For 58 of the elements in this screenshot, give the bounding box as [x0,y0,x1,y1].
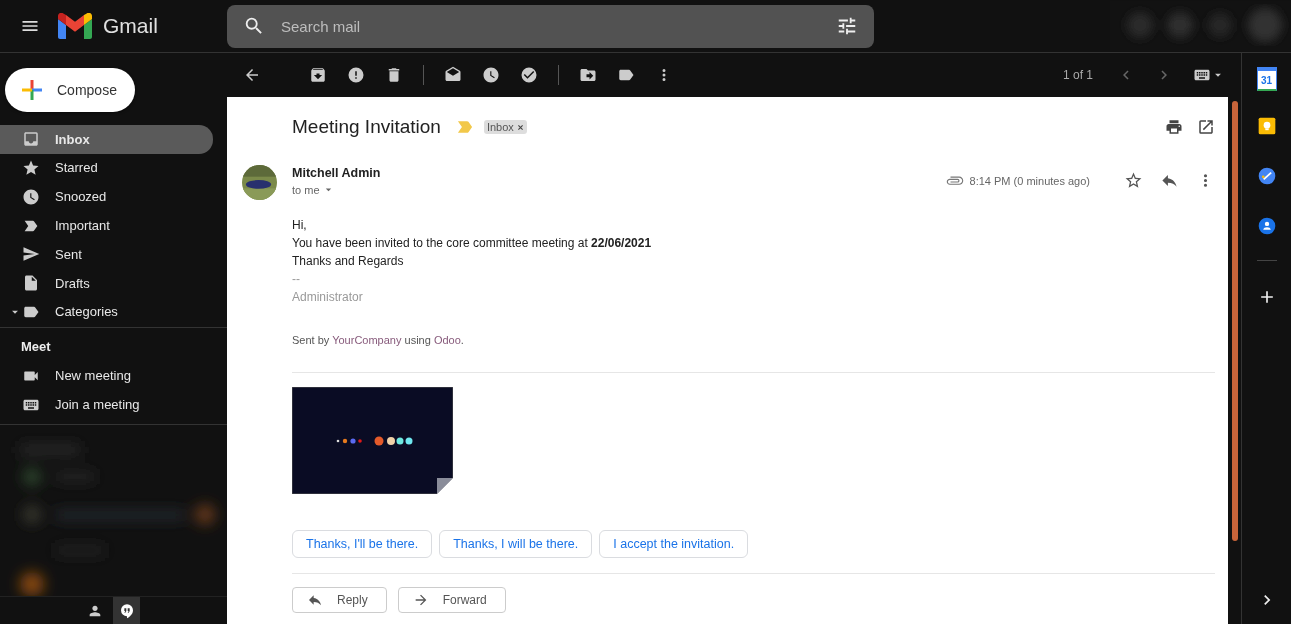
search-input[interactable]: Search mail [279,16,822,36]
clock-icon[interactable] [482,66,500,84]
scrollbar-thumb[interactable] [1231,101,1238,541]
email-subject: Meeting Invitation [292,116,441,138]
compose-button[interactable]: Compose [5,68,135,112]
body-text: Thanks and Regards [292,253,405,270]
section-title: Meet [20,338,52,357]
plus-icon [20,77,44,102]
body-text: You have been invited to the core committee meeting at 22/06/2021 [292,235,653,252]
avatar [242,165,277,200]
open-in-new-window-icon[interactable] [1197,118,1215,136]
gmail-logo[interactable] [58,13,92,39]
star-icon[interactable] [1124,171,1143,190]
tasks-icon[interactable] [1256,166,1277,186]
sidebar-item[interactable]: Categories [0,297,213,327]
sidebar-item[interactable]: Snoozed [0,182,213,212]
envelope-icon[interactable] [444,66,462,84]
report-spam-icon[interactable] [347,66,365,84]
lightbulb-icon[interactable] [1256,116,1277,136]
signature-text: Administrator [292,289,364,306]
inbox-icon [22,130,40,149]
sender-name: Mitchell Admin [292,166,381,180]
timestamp: 8:14 PM (0 minutes ago) [969,174,1090,187]
filter-options-icon[interactable] [836,15,858,37]
print-icon[interactable] [1165,118,1183,136]
reply-icon [307,592,323,608]
reply-button[interactable]: Reply [292,587,387,613]
sidebar-item[interactable]: Starred [0,153,213,183]
search-icon[interactable] [243,15,265,37]
move-to-folder-icon[interactable] [579,66,597,84]
clock-icon [22,187,40,206]
quote-bubble-icon [118,602,135,619]
label-chip: Inbox [483,120,527,134]
footer-text: Sent by YourCompany using Odoo. [292,334,465,346]
sidebar-item[interactable]: Sent [0,239,213,269]
sidebar-item[interactable]: Drafts [0,268,213,298]
archive-icon[interactable] [309,66,327,84]
body-text: Hi, [292,217,308,234]
signature-text: -- [292,271,301,288]
smart-reply-button[interactable]: I accept the invitation. [599,530,749,558]
pagination-text: 1 of 1 [1062,68,1093,82]
chat-tab[interactable] [113,597,140,624]
search-field[interactable]: Search mail [227,4,874,48]
forward-button[interactable]: Forward [397,587,506,613]
sidebar-item[interactable]: Join a meeting [0,390,213,419]
smart-reply-button[interactable]: Thanks, I'll be there. [292,530,433,558]
sidebar-item[interactable]: New meeting [0,361,213,391]
recipient-toggle[interactable]: to me [292,183,381,196]
close-icon[interactable] [516,123,524,131]
document-icon [22,274,40,293]
sidebar-item[interactable]: Inbox [0,124,213,154]
contacts-icon[interactable] [1256,216,1277,236]
link[interactable]: Odoo [433,334,461,346]
sidebar-item[interactable]: Important [0,211,213,240]
link[interactable]: YourCompany [332,334,402,346]
calendar-icon[interactable]: 31 [1256,67,1277,91]
app-name: Gmail [103,14,158,38]
smart-reply-button[interactable]: Thanks, I will be there. [439,530,593,558]
